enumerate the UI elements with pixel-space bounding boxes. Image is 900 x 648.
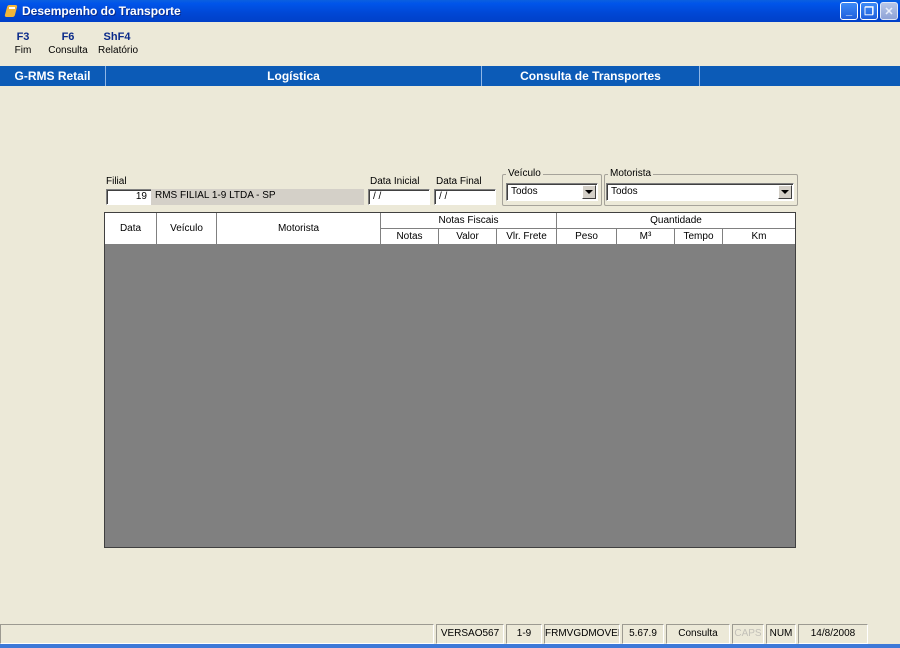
col-veiculo[interactable]: Veículo xyxy=(157,213,217,245)
window-title: Desempenho do Transporte xyxy=(22,4,181,18)
header-module: Logística xyxy=(106,66,482,86)
status-version: VERSAO567 xyxy=(436,624,504,644)
fkey-fim[interactable]: F3 Fim xyxy=(0,30,46,64)
chevron-down-icon[interactable] xyxy=(582,185,596,199)
motorista-select[interactable]: Todos xyxy=(606,183,794,201)
filial-name-field: RMS FILIAL 1-9 LTDA - SP xyxy=(151,189,364,205)
fkey-label: Fim xyxy=(14,45,32,56)
chevron-down-icon[interactable] xyxy=(778,185,792,199)
fkey-label: Relatório xyxy=(98,45,139,56)
col-m3[interactable]: M³ xyxy=(617,229,675,245)
fkey-relatorio[interactable]: ShF4 Relatório xyxy=(94,30,140,64)
motorista-label: Motorista xyxy=(608,168,654,179)
status-form: FRMVGDMOVEI xyxy=(544,624,620,644)
col-notas[interactable]: Notas xyxy=(381,229,439,245)
veiculo-label: Veículo xyxy=(506,168,543,179)
col-data[interactable]: Data xyxy=(105,213,157,245)
fkey-code: F3 xyxy=(16,31,30,43)
fkey-code: F6 xyxy=(61,31,75,43)
filial-code-field[interactable]: 19 xyxy=(106,189,152,205)
col-motorista[interactable]: Motorista xyxy=(217,213,381,245)
col-group-quantidade: Quantidade xyxy=(557,213,795,229)
bottom-edge xyxy=(0,644,900,648)
col-valor[interactable]: Valor xyxy=(439,229,497,245)
close-button[interactable]: ✕ xyxy=(880,2,898,20)
veiculo-select[interactable]: Todos xyxy=(506,183,598,201)
data-inicial-label: Data Inicial xyxy=(370,176,420,187)
col-group-notas-fiscais: Notas Fiscais xyxy=(381,213,557,229)
fkey-consulta[interactable]: F6 Consulta xyxy=(42,30,94,64)
transport-grid[interactable]: Data Veículo Motorista Notas Fiscais Not… xyxy=(104,212,796,548)
close-icon: ✕ xyxy=(884,5,894,18)
header-screen: Consulta de Transportes xyxy=(482,66,700,86)
app-icon xyxy=(4,4,18,18)
status-mode: Consulta xyxy=(666,624,730,644)
status-filial: 1-9 xyxy=(506,624,542,644)
status-num: NUM xyxy=(766,624,796,644)
col-peso[interactable]: Peso xyxy=(557,229,617,245)
data-final-label: Data Final xyxy=(436,176,482,187)
grid-header: Data Veículo Motorista Notas Fiscais Not… xyxy=(105,213,795,245)
minimize-button[interactable]: _ xyxy=(840,2,858,20)
data-final-field[interactable]: / / xyxy=(434,189,496,205)
fkey-code: ShF4 xyxy=(103,31,131,43)
veiculo-selected-value: Todos xyxy=(511,186,538,197)
col-km[interactable]: Km xyxy=(723,229,795,245)
data-inicial-field[interactable]: / / xyxy=(368,189,430,205)
function-key-bar: F3 Fim F6 Consulta ShF4 Relatório xyxy=(0,30,140,64)
status-caps: CAPS xyxy=(732,624,764,644)
header-app-name: G-RMS Retail xyxy=(0,66,106,86)
motorista-selected-value: Todos xyxy=(611,186,638,197)
fkey-label: Consulta xyxy=(48,45,88,56)
title-bar: Desempenho do Transporte _ ❐ ✕ xyxy=(0,0,900,22)
status-bar: VERSAO567 1-9 FRMVGDMOVEI 5.67.9 Consult… xyxy=(0,622,900,644)
status-message-panel xyxy=(0,624,434,644)
status-build: 5.67.9 xyxy=(622,624,664,644)
restore-button[interactable]: ❐ xyxy=(860,2,878,20)
restore-icon: ❐ xyxy=(864,5,874,18)
col-vlr-frete[interactable]: Vlr. Frete xyxy=(497,229,557,245)
col-tempo[interactable]: Tempo xyxy=(675,229,723,245)
minimize-icon: _ xyxy=(845,5,853,17)
module-header-bar: G-RMS Retail Logística Consulta de Trans… xyxy=(0,66,900,86)
status-date: 14/8/2008 xyxy=(798,624,868,644)
filial-label: Filial xyxy=(106,176,127,187)
